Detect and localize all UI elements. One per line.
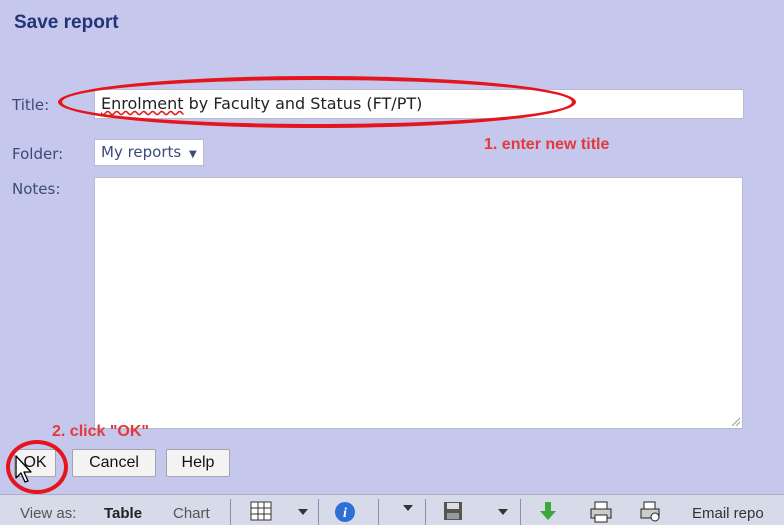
download-icon[interactable] (538, 501, 558, 523)
annotation-step2: 2. click "OK" (52, 423, 149, 440)
print-preview-icon[interactable] (640, 501, 662, 523)
dialog-title: Save report (14, 12, 119, 33)
mouse-pointer-icon (15, 455, 32, 483)
title-label: Title: (12, 96, 50, 114)
folder-select[interactable]: My reports ▼ (94, 139, 204, 166)
toolbar-divider (520, 499, 521, 525)
view-table-link[interactable]: Table (104, 505, 142, 522)
resize-grip-icon[interactable] (730, 416, 740, 426)
cancel-button[interactable]: Cancel (72, 449, 156, 477)
chevron-down-icon: ▼ (189, 149, 197, 160)
svg-text:i: i (343, 506, 347, 521)
print-icon[interactable] (590, 501, 614, 523)
dropdown-arrow-icon[interactable] (403, 505, 413, 511)
notes-textarea[interactable] (94, 177, 743, 429)
table-grid-icon[interactable] (250, 501, 272, 521)
view-chart-link[interactable]: Chart (173, 505, 210, 522)
title-highlight-ellipse (58, 76, 576, 128)
info-icon[interactable]: i (334, 501, 356, 523)
toolbar-divider (318, 499, 319, 525)
toolbar-divider (425, 499, 426, 525)
help-button[interactable]: Help (166, 449, 230, 477)
email-report-link[interactable]: Email repo (692, 505, 764, 522)
annotation-step1: 1. enter new title (484, 136, 610, 153)
notes-label: Notes: (12, 180, 61, 198)
folder-label: Folder: (12, 145, 64, 163)
dropdown-arrow-icon[interactable] (298, 509, 308, 515)
dropdown-arrow-icon[interactable] (498, 509, 508, 515)
view-as-label: View as: (20, 505, 77, 522)
toolbar-divider (230, 499, 231, 525)
folder-select-value: My reports (101, 143, 182, 161)
toolbar-divider (378, 499, 379, 525)
save-disk-icon[interactable] (443, 501, 463, 521)
report-toolbar: View as: Table Chart i Email repo (0, 494, 784, 525)
